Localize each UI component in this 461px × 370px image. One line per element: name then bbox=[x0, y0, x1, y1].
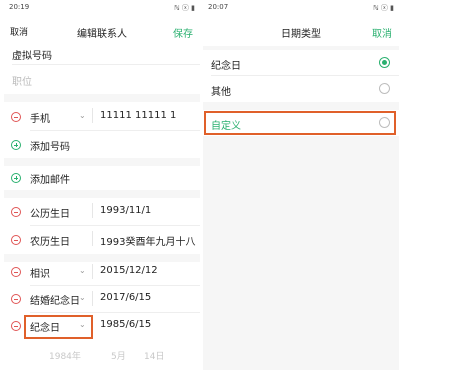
job-title-field[interactable]: 职位 bbox=[12, 73, 32, 88]
add-phone-icon[interactable] bbox=[11, 140, 21, 150]
status-bar: 20:07 ℕ ⓧ ▮ bbox=[203, 0, 399, 14]
divider bbox=[92, 291, 93, 306]
virtual-number-label[interactable]: 虚拟号码 bbox=[12, 47, 52, 62]
date-type-label[interactable]: 农历生日 bbox=[30, 233, 70, 248]
phone-type-label[interactable]: 手机 bbox=[30, 110, 50, 125]
status-icons: ℕ ⓧ ▮ bbox=[174, 4, 195, 12]
remove-date-icon[interactable] bbox=[11, 267, 21, 277]
picker-month[interactable]: 5月 bbox=[111, 349, 126, 362]
divider bbox=[92, 203, 93, 218]
date-type-label[interactable]: 公历生日 bbox=[30, 205, 70, 220]
picker-day[interactable]: 14日 bbox=[144, 349, 164, 362]
page-title: 日期类型 bbox=[281, 29, 321, 40]
remove-phone-icon[interactable] bbox=[11, 112, 21, 122]
remove-date-icon[interactable] bbox=[11, 321, 21, 331]
add-email-icon[interactable] bbox=[11, 173, 21, 183]
divider bbox=[92, 108, 93, 123]
email-section: 添加邮件 bbox=[4, 166, 200, 190]
date-type-screen: 20:07 ℕ ⓧ ▮ 日期类型 取消 纪念日 其他 自定义 bbox=[203, 0, 399, 370]
date-value[interactable]: 2015/12/12 bbox=[100, 265, 158, 276]
remove-date-icon[interactable] bbox=[11, 207, 21, 217]
highlight-box bbox=[204, 111, 396, 135]
option-label[interactable]: 其他 bbox=[211, 83, 231, 98]
chevron-down-icon[interactable]: ⌄ bbox=[79, 266, 86, 275]
date-type-label[interactable]: 相识 bbox=[30, 265, 50, 280]
add-phone-button[interactable]: 添加号码 bbox=[30, 138, 70, 153]
save-button[interactable]: 保存 bbox=[173, 25, 193, 40]
date-type-label[interactable]: 结婚纪念日 bbox=[30, 292, 80, 307]
divider bbox=[12, 64, 200, 65]
status-icons: ℕ ⓧ ▮ bbox=[373, 4, 394, 12]
chevron-down-icon[interactable]: ⌄ bbox=[79, 293, 86, 302]
divider bbox=[92, 231, 93, 246]
chevron-down-icon[interactable]: ⌄ bbox=[79, 111, 86, 120]
edit-contact-screen: 20:19 ℕ ⓧ ▮ 取消 编辑联系人 保存 虚拟号码 职位 手机 ⌄ 111… bbox=[4, 0, 200, 370]
nav-bar: 日期类型 取消 bbox=[203, 14, 399, 46]
date-type-list: 纪念日 其他 bbox=[203, 50, 399, 102]
cancel-button[interactable]: 取消 bbox=[372, 25, 392, 40]
radio-selected-icon[interactable] bbox=[379, 57, 390, 68]
radio-unselected-icon[interactable] bbox=[379, 83, 390, 94]
status-time: 20:19 bbox=[9, 3, 30, 11]
picker-year[interactable]: 1984年 bbox=[49, 349, 81, 362]
phone-section: 手机 ⌄ 11111 11111 1 添加号码 bbox=[4, 102, 200, 158]
phone-number-field[interactable]: 11111 11111 1 bbox=[100, 110, 176, 121]
divider bbox=[92, 264, 93, 279]
add-email-button[interactable]: 添加邮件 bbox=[30, 171, 70, 186]
status-bar: 20:19 ℕ ⓧ ▮ bbox=[4, 0, 200, 14]
name-fields-section: 虚拟号码 职位 bbox=[4, 46, 200, 94]
date-value[interactable]: 1993癸酉年九月十八 bbox=[100, 233, 195, 248]
date-value[interactable]: 2017/6/15 bbox=[100, 292, 151, 303]
option-label[interactable]: 纪念日 bbox=[211, 57, 241, 72]
nav-bar: 取消 编辑联系人 保存 bbox=[4, 14, 200, 46]
page-title: 编辑联系人 bbox=[77, 29, 127, 40]
divider bbox=[30, 130, 200, 131]
birthday-section: 公历生日 1993/11/1 农历生日 1993癸酉年九月十八 bbox=[4, 198, 200, 254]
divider bbox=[30, 312, 200, 313]
date-value[interactable]: 1985/6/15 bbox=[100, 319, 151, 330]
remove-date-icon[interactable] bbox=[11, 294, 21, 304]
divider bbox=[30, 285, 200, 286]
divider bbox=[30, 225, 200, 226]
status-time: 20:07 bbox=[208, 3, 229, 11]
anniversary-section: 相识 ⌄ 2015/12/12 结婚纪念日 ⌄ 2017/6/15 纪念日 ⌄ … bbox=[4, 262, 200, 370]
divider bbox=[211, 75, 399, 76]
remove-date-icon[interactable] bbox=[11, 235, 21, 245]
custom-option-row[interactable]: 自定义 bbox=[203, 110, 399, 136]
date-value[interactable]: 1993/11/1 bbox=[100, 205, 151, 216]
highlight-box bbox=[24, 315, 93, 339]
